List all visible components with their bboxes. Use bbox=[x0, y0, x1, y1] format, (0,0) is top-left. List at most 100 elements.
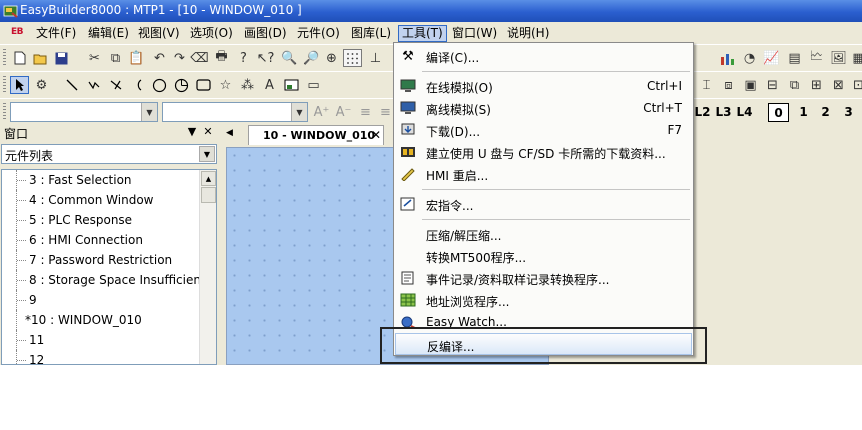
zoom-out-icon[interactable]: 🔎 bbox=[302, 49, 321, 67]
line-icon[interactable] bbox=[62, 76, 81, 94]
freehand-icon[interactable] bbox=[106, 76, 125, 94]
tree-item-current[interactable]: *10 : WINDOW_010 bbox=[2, 310, 202, 330]
align-left-icon[interactable]: ≡ bbox=[356, 103, 375, 121]
text-icon[interactable]: A bbox=[260, 76, 279, 94]
menu-item-address-browser[interactable]: 地址浏览程序... bbox=[395, 289, 692, 311]
align-grid-icon[interactable]: ⊥ bbox=[366, 49, 385, 67]
toolbar-grip[interactable] bbox=[3, 103, 6, 121]
pane-view-selector[interactable]: 元件列表 ▼ bbox=[1, 144, 217, 164]
open-folder-icon[interactable] bbox=[31, 49, 50, 67]
save-icon[interactable] bbox=[52, 49, 71, 67]
tree-item[interactable]: 7 : Password Restriction bbox=[2, 250, 202, 270]
undo-icon[interactable]: ↶ bbox=[150, 49, 169, 67]
grid-icon[interactable] bbox=[343, 49, 362, 67]
menu-edit[interactable]: 编辑(E) bbox=[85, 25, 132, 42]
menu-item-download[interactable]: 下载(D)... F7 bbox=[395, 119, 692, 141]
menu-file[interactable]: 文件(F) bbox=[33, 25, 79, 42]
tree-item[interactable]: 8 : Storage Space Insufficient bbox=[2, 270, 206, 290]
polyline-icon[interactable] bbox=[84, 76, 103, 94]
chevron-down-icon[interactable]: ▼ bbox=[141, 103, 157, 121]
rectangle-icon[interactable] bbox=[194, 76, 213, 94]
toolbar-grip[interactable] bbox=[3, 76, 6, 94]
more-tools-icon[interactable]: ▦ bbox=[849, 49, 862, 67]
meter-icon[interactable]: ◔ bbox=[740, 49, 759, 67]
tree-scrollbar[interactable]: ▲ bbox=[199, 170, 216, 364]
ungroup-icon[interactable]: ⊞ bbox=[807, 76, 826, 94]
menu-item-compress[interactable]: 压缩/解压缩... bbox=[395, 223, 692, 245]
layer-l4-button[interactable]: L4 bbox=[734, 103, 755, 122]
state-0-button[interactable]: 0 bbox=[768, 103, 789, 122]
group-icon[interactable]: ⧉ bbox=[785, 76, 804, 94]
new-file-icon[interactable] bbox=[10, 49, 29, 67]
menu-help[interactable]: 说明(H) bbox=[504, 25, 552, 42]
select-pointer-icon[interactable] bbox=[10, 76, 29, 94]
cut-icon[interactable]: ✂ bbox=[85, 49, 104, 67]
same-height-icon[interactable]: ▣ bbox=[741, 76, 760, 94]
menu-objects[interactable]: 元件(O) bbox=[294, 25, 343, 42]
trend-graph-icon[interactable]: 📈 bbox=[762, 49, 781, 67]
menu-item-macro[interactable]: 宏指令... bbox=[395, 193, 692, 215]
menu-item-compile[interactable]: ⚒ 编译(C)... bbox=[395, 45, 692, 67]
lock-icon[interactable]: ⊠ bbox=[829, 76, 848, 94]
same-size-icon[interactable]: ⊟ bbox=[763, 76, 782, 94]
delete-icon[interactable]: ⌫ bbox=[190, 49, 209, 67]
copy-icon[interactable]: ⧉ bbox=[106, 49, 125, 67]
state-3-button[interactable]: 3 bbox=[838, 103, 859, 122]
close-icon[interactable]: ✕ bbox=[371, 128, 381, 142]
close-icon[interactable]: ✕ bbox=[201, 124, 215, 139]
menu-tools[interactable]: 工具(T) bbox=[398, 25, 447, 42]
state-1-button[interactable]: 1 bbox=[793, 103, 814, 122]
tab-window-010[interactable]: 10 - WINDOW_010 ✕ bbox=[248, 125, 384, 145]
grow-font-icon[interactable]: A⁺ bbox=[312, 103, 331, 121]
menu-item-event-log-converter[interactable]: 事件记录/资料取样记录转换程序... bbox=[395, 267, 692, 289]
menu-item-build-usb-download[interactable]: 建立使用 U 盘与 CF/SD 卡所需的下载资料... bbox=[395, 141, 692, 163]
menu-item-hmi-restart[interactable]: HMI 重启... bbox=[395, 163, 692, 185]
tab-scroll-left-icon[interactable]: ◀ bbox=[226, 128, 233, 138]
scale-icon[interactable]: ⁂ bbox=[238, 76, 257, 94]
redo-icon[interactable]: ↷ bbox=[170, 49, 189, 67]
tree-item[interactable]: 4 : Common Window bbox=[2, 190, 202, 210]
tree-item[interactable]: 9 bbox=[2, 290, 202, 310]
tree-item[interactable]: 3 : Fast Selection bbox=[2, 170, 202, 190]
menu-draw[interactable]: 画图(D) bbox=[241, 25, 290, 42]
layer-l2-button[interactable]: L2 bbox=[692, 103, 713, 122]
unlock-icon[interactable]: ⊡ bbox=[849, 76, 862, 94]
xy-plot-icon[interactable]: 🗠 bbox=[807, 49, 826, 67]
scroll-thumb[interactable] bbox=[201, 187, 216, 203]
tree-item[interactable]: 11 bbox=[2, 330, 202, 350]
zoom-in-icon[interactable]: 🔍 bbox=[280, 49, 299, 67]
tree-item[interactable]: 6 : HMI Connection bbox=[2, 230, 202, 250]
menu-options[interactable]: 选项(O) bbox=[187, 25, 236, 42]
menu-library[interactable]: 图库(L) bbox=[348, 25, 394, 42]
arc-icon[interactable] bbox=[128, 76, 147, 94]
bar-graph-icon[interactable] bbox=[718, 49, 737, 67]
help-icon[interactable]: ? bbox=[234, 49, 253, 67]
object-properties-icon[interactable]: ⚙ bbox=[32, 76, 51, 94]
pane-menu-icon[interactable]: ▼ bbox=[185, 124, 199, 139]
tree-item[interactable]: 5 : PLC Response bbox=[2, 210, 202, 230]
menu-window[interactable]: 窗口(W) bbox=[449, 25, 500, 42]
same-width-icon[interactable]: ⧈ bbox=[719, 76, 738, 94]
state-2-button[interactable]: 2 bbox=[815, 103, 836, 122]
chevron-down-icon[interactable]: ▼ bbox=[291, 103, 307, 121]
picture-icon[interactable]: 🖼 bbox=[829, 49, 848, 67]
pie-icon[interactable] bbox=[172, 76, 191, 94]
zoom-fit-icon[interactable]: ⊕ bbox=[322, 49, 341, 67]
dynamic-drawing-icon[interactable]: ▭ bbox=[304, 76, 323, 94]
context-help-icon[interactable]: ↖? bbox=[256, 49, 275, 67]
font-name-combo[interactable]: ▼ bbox=[10, 102, 158, 122]
menu-view[interactable]: 视图(V) bbox=[135, 25, 183, 42]
scroll-up-icon[interactable]: ▲ bbox=[201, 171, 216, 186]
layer-l3-button[interactable]: L3 bbox=[713, 103, 734, 122]
history-data-icon[interactable]: ▤ bbox=[785, 49, 804, 67]
circle-icon[interactable] bbox=[150, 76, 169, 94]
polygon-icon[interactable]: ☆ bbox=[216, 76, 235, 94]
chevron-down-icon[interactable]: ▼ bbox=[199, 146, 215, 162]
picture-object-icon[interactable] bbox=[282, 76, 301, 94]
menu-item-convert-mt500[interactable]: 转换MT500程序... bbox=[395, 245, 692, 267]
print-icon[interactable]: 🖶 bbox=[212, 49, 231, 67]
distribute-icon[interactable]: ⌶ bbox=[697, 76, 716, 94]
paste-icon[interactable]: 📋 bbox=[127, 49, 146, 67]
tree-item[interactable]: 12 bbox=[2, 350, 202, 364]
font-size-combo[interactable]: ▼ bbox=[162, 102, 308, 122]
